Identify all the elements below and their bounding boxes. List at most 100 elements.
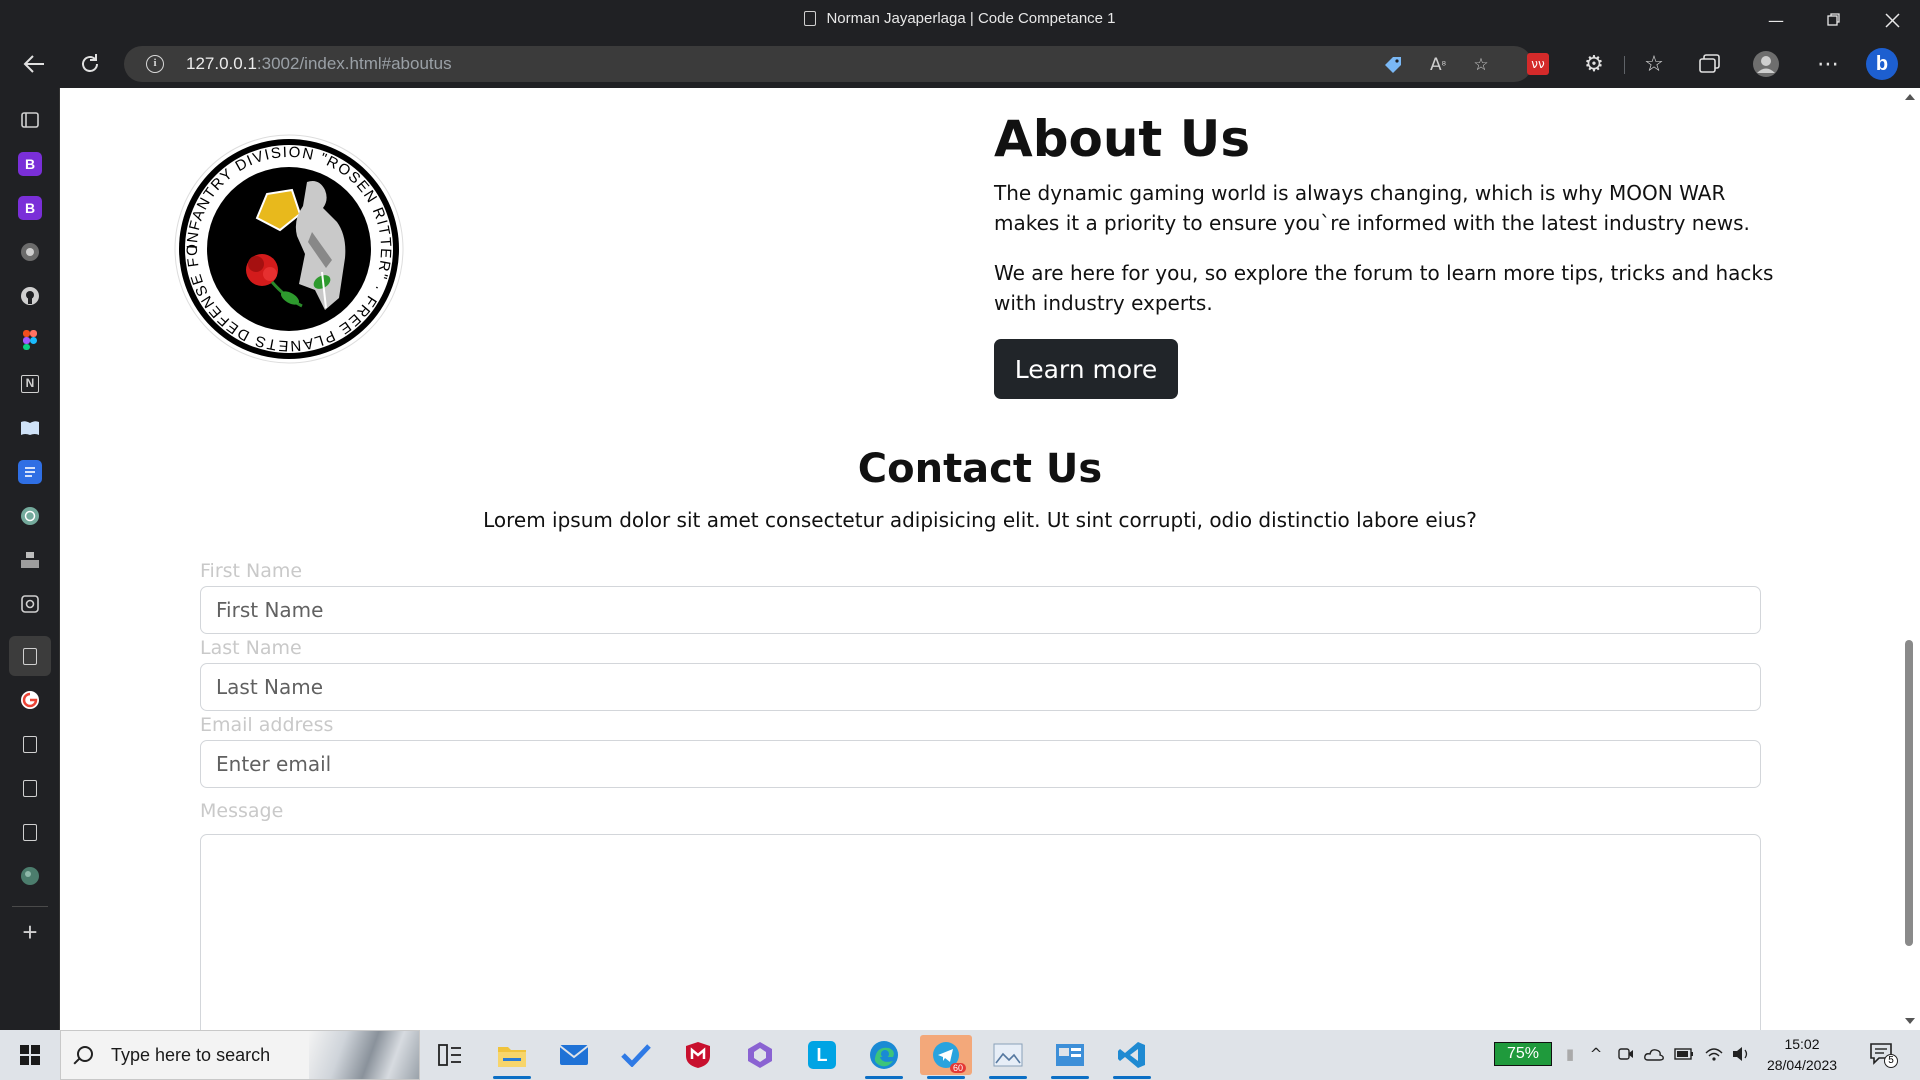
extension-red-button[interactable]: νν [1520, 46, 1556, 82]
scrollbar-thumb[interactable] [1905, 640, 1913, 946]
photos-button[interactable] [982, 1035, 1034, 1079]
about-title: About Us [994, 110, 1251, 168]
last-name-input[interactable] [200, 663, 1761, 711]
mcafee-shield-icon [686, 1042, 710, 1068]
tab-actions-icon[interactable] [18, 108, 42, 132]
search-placeholder: Type here to search [111, 1045, 271, 1065]
coupon-tag-icon[interactable] [1382, 54, 1404, 76]
tab-bootstrap-2-icon[interactable]: B [18, 196, 42, 220]
title-bar: Norman Jayaperlaga | Code Competance 1 — [0, 0, 1920, 40]
battery-meter-icon: ▮ [1565, 1045, 1575, 1063]
battery-icon[interactable] [1674, 1044, 1694, 1064]
volume-icon[interactable] [1732, 1044, 1752, 1064]
close-icon [1884, 12, 1900, 28]
message-textarea[interactable] [200, 834, 1761, 1030]
profile-button[interactable] [1748, 46, 1784, 82]
site-info-icon[interactable]: i [146, 55, 164, 73]
battery-indicator[interactable]: 75% [1494, 1042, 1552, 1066]
rosen-ritter-emblem-icon: INFANTRY DIVISION "ROSEN RITTER" · FREE … [166, 119, 404, 364]
division-logo: INFANTRY DIVISION "ROSEN RITTER" · FREE … [166, 119, 406, 366]
search-highlight-image [309, 1031, 419, 1079]
tab-bootstrap-1-icon[interactable]: B [18, 152, 42, 176]
refresh-icon [82, 54, 98, 72]
vscode-button[interactable] [1106, 1035, 1158, 1079]
collections-button[interactable] [1692, 46, 1728, 82]
restore-icon [1827, 13, 1840, 26]
vertical-tabs-sidebar: B B N + [0, 88, 60, 1030]
control-panel-button[interactable] [1044, 1035, 1096, 1079]
notification-count-badge: 5 [1884, 1054, 1898, 1068]
meet-now-icon[interactable] [1616, 1044, 1636, 1064]
file-explorer-button[interactable] [486, 1035, 538, 1079]
favorites-button[interactable]: ☆ [1636, 46, 1672, 82]
tab-page-2-icon[interactable] [18, 776, 42, 800]
restore-button[interactable] [1806, 0, 1862, 40]
mail-button[interactable] [548, 1035, 600, 1075]
edge-button[interactable] [858, 1035, 910, 1079]
l-app-icon: L [808, 1041, 836, 1069]
tab-stack-icon[interactable] [18, 548, 42, 572]
tab-page-3-icon[interactable] [18, 820, 42, 844]
last-name-label: Last Name [200, 637, 302, 659]
tab-notion-icon[interactable]: N [18, 372, 42, 396]
start-button[interactable] [0, 1030, 60, 1080]
tab-github-icon[interactable] [18, 284, 42, 308]
tab-figma-icon[interactable] [18, 328, 42, 352]
extension-red-icon: νν [1527, 53, 1549, 75]
folder-icon [498, 1047, 526, 1067]
url-text[interactable]: 127.0.0.1:3002/index.html#aboutus [186, 54, 452, 74]
back-button[interactable] [16, 46, 52, 82]
add-favorite-icon[interactable]: ☆ [1470, 54, 1492, 76]
tab-book-icon[interactable] [18, 416, 42, 440]
control-panel-icon [1056, 1044, 1084, 1066]
email-label: Email address [200, 714, 334, 736]
read-aloud-icon[interactable]: A⁸ [1427, 54, 1449, 76]
tab-globe-icon[interactable] [18, 864, 42, 888]
settings-more-button[interactable]: ⋯ [1810, 46, 1846, 82]
email-input[interactable] [200, 740, 1761, 788]
message-label: Message [200, 800, 284, 822]
tab-chrome-like-icon[interactable] [18, 240, 42, 264]
clock-time: 15:02 [1784, 1036, 1820, 1052]
minimize-button[interactable]: — [1748, 0, 1804, 40]
learn-more-button[interactable]: Learn more [994, 339, 1178, 399]
telegram-button[interactable]: 60 [920, 1035, 972, 1079]
refresh-button[interactable] [72, 46, 108, 82]
telegram-unread-badge: 60 [949, 1063, 966, 1073]
tab-docs-icon[interactable] [18, 460, 42, 484]
todo-button[interactable] [610, 1035, 662, 1075]
first-name-label: First Name [200, 560, 303, 582]
mcafee-button[interactable] [672, 1035, 724, 1075]
tab-page-1-icon[interactable] [18, 732, 42, 756]
photos-icon [993, 1043, 1023, 1067]
app-polygon-button[interactable] [734, 1035, 786, 1075]
show-hidden-icons-chevron-up-icon[interactable]: ^ [1586, 1044, 1606, 1064]
close-button[interactable] [1864, 0, 1920, 40]
app-l-button[interactable]: L [796, 1035, 848, 1075]
page-scrollbar[interactable] [1900, 88, 1920, 1030]
search-icon [77, 1046, 93, 1062]
new-tab-plus-icon[interactable]: + [18, 917, 42, 947]
tab-google-icon[interactable] [18, 688, 42, 712]
onedrive-cloud-icon[interactable] [1644, 1044, 1664, 1064]
sidebar-divider [12, 906, 48, 907]
first-name-input[interactable] [200, 586, 1761, 634]
tab-chatgpt-icon[interactable] [18, 504, 42, 528]
address-bar[interactable]: i 127.0.0.1:3002/index.html#aboutus A⁸ ☆ [124, 46, 1532, 82]
tab-current-page-icon[interactable] [18, 644, 42, 668]
tab-settings-cube-icon[interactable] [18, 592, 42, 616]
contact-title: Contact Us [857, 446, 1103, 492]
taskbar-search-box[interactable]: Type here to search [60, 1030, 420, 1080]
wifi-icon[interactable] [1704, 1044, 1724, 1064]
edge-icon [870, 1041, 898, 1069]
scroll-down-arrow-icon[interactable] [1905, 1018, 1915, 1024]
notification-center-button[interactable]: 5 [1868, 1040, 1898, 1068]
scroll-up-arrow-icon[interactable] [1905, 94, 1915, 100]
page-viewport: INFANTRY DIVISION "ROSEN RITTER" · FREE … [60, 88, 1900, 1030]
bing-chat-button[interactable]: b [1864, 46, 1900, 82]
extensions-button[interactable]: ⚙ [1576, 46, 1612, 82]
profile-avatar-icon [1753, 51, 1779, 77]
page-icon [804, 11, 817, 26]
task-view-button[interactable] [424, 1035, 476, 1075]
taskbar-clock[interactable]: 15:02 28/04/2023 [1760, 1034, 1844, 1076]
